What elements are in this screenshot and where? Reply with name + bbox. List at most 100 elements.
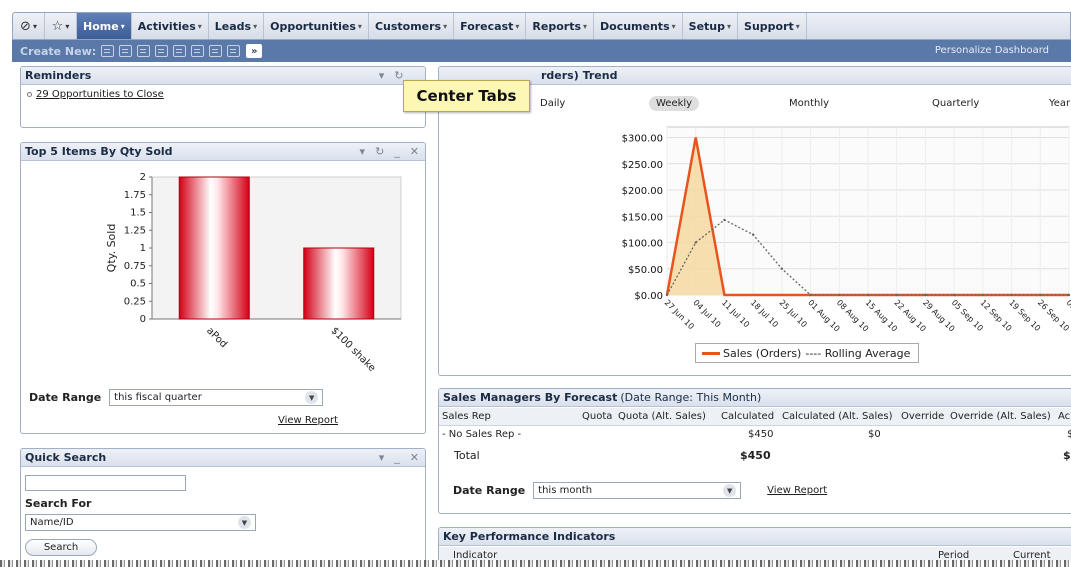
new-contact-icon[interactable] (173, 45, 187, 57)
total-calculated: $450 (740, 449, 771, 462)
bar (178, 176, 250, 320)
y-axis-title: Qty. Sold (105, 224, 118, 273)
recent-items-icon[interactable]: ⊘ ▾ (13, 13, 45, 39)
close-icon[interactable]: ✕ (410, 451, 419, 464)
nav-tab-opportunities[interactable]: Opportunities ▾ (264, 13, 369, 39)
close-icon[interactable]: ✕ (410, 145, 419, 158)
new-customer-icon[interactable] (191, 45, 205, 57)
view-report-link[interactable]: View Report (278, 415, 338, 426)
new-lead-icon[interactable] (155, 45, 169, 57)
search-type-select[interactable]: Name/ID ▼ (25, 514, 256, 531)
portlet-title: Reminders (25, 69, 92, 82)
nav-tab-documents[interactable]: Documents ▾ (594, 13, 683, 39)
new-estimate-icon[interactable] (227, 45, 241, 57)
minimize-icon[interactable]: _ (394, 145, 400, 158)
minimize-icon[interactable]: _ (394, 451, 400, 464)
search-button[interactable]: Search (25, 539, 97, 556)
view-report-link[interactable]: View Report (767, 485, 827, 496)
sales-trend-portlet: rders) Trend Daily Weekly Monthly Quarte… (438, 66, 1071, 376)
search-type-value: Name/ID (30, 517, 74, 528)
column-header[interactable]: Calculated (Alt. Sales) (782, 411, 893, 422)
portlet-header: Reminders ▾ ↻ _ (21, 67, 425, 85)
more-create-icon[interactable]: » (246, 44, 263, 58)
chevron-down-icon: ▾ (253, 21, 258, 31)
cell-calculated-alt: $0 (868, 429, 881, 440)
column-header[interactable]: Calculated (721, 411, 774, 422)
reminder-link[interactable]: 29 Opportunities to Close (36, 89, 164, 100)
legend-sales-label: Sales (Orders) (723, 346, 802, 360)
bullet-icon (27, 91, 32, 97)
search-input[interactable] (25, 475, 186, 491)
period-daily[interactable]: Daily (540, 98, 565, 109)
x-tick-label: 25 Jul 10 (777, 298, 808, 329)
nav-tab-home[interactable]: Home ▾ (77, 13, 132, 39)
period-yearly[interactable]: Year (1049, 98, 1070, 109)
nav-tab-reports[interactable]: Reports ▾ (526, 13, 595, 39)
y-tick-label: 1.75 (124, 190, 146, 201)
new-event-icon[interactable] (101, 45, 115, 57)
y-tick-label: 0.75 (124, 261, 146, 272)
nav-tab-label: Documents (600, 19, 670, 33)
rolling-average-point (809, 293, 812, 297)
cell-calculated: $450 (748, 429, 774, 440)
legend-swatch (702, 351, 720, 355)
y-tick-label: $150.00 (622, 212, 663, 223)
favorites-star-icon[interactable]: ☆ ▾ (45, 13, 77, 39)
rolling-average-point (1067, 293, 1071, 297)
rolling-average-point (1039, 293, 1042, 297)
y-tick-label: $250.00 (622, 160, 663, 171)
new-call-icon[interactable] (137, 45, 151, 57)
x-tick-label: 11 Jul 10 (720, 298, 751, 329)
column-header[interactable]: Override (Alt. Sales) (950, 411, 1051, 422)
date-range-row: Date Range this fiscal quarter ▼ (29, 389, 324, 406)
column-header[interactable]: Quota (582, 411, 612, 422)
chevron-down-icon: ▾ (443, 21, 448, 31)
portlet-title: Quick Search (25, 451, 107, 464)
column-header[interactable]: Ac (1058, 411, 1070, 422)
column-header[interactable]: Quota (Alt. Sales) (618, 411, 706, 422)
chevron-down-icon[interactable]: ▼ (723, 484, 737, 497)
y-tick-label: $200.00 (622, 186, 663, 197)
nav-tab-label: Customers (374, 19, 442, 33)
period-weekly[interactable]: Weekly (649, 96, 700, 111)
reminder-item[interactable]: 29 Opportunities to Close (27, 89, 425, 100)
chevron-down-icon: ▾ (515, 21, 520, 31)
date-range-label: Date Range (29, 391, 102, 404)
nav-tab-customers[interactable]: Customers ▾ (369, 13, 455, 39)
nav-tab-forecast[interactable]: Forecast ▾ (454, 13, 527, 39)
nav-tab-activities[interactable]: Activities ▾ (132, 13, 209, 39)
nav-tab-support[interactable]: Support ▾ (738, 13, 807, 39)
nav-tab-setup[interactable]: Setup ▾ (683, 13, 739, 39)
period-monthly[interactable]: Monthly (789, 98, 829, 109)
date-range-select[interactable]: this month ▼ (533, 482, 742, 499)
chevron-down-icon[interactable]: ▼ (305, 391, 319, 404)
chevron-down-icon[interactable]: ▾ (360, 145, 366, 158)
new-opportunity-icon[interactable] (209, 45, 223, 57)
nav-tab-leads[interactable]: Leads ▾ (209, 13, 265, 39)
column-header[interactable]: Override (901, 411, 944, 422)
chevron-down-icon[interactable]: ▾ (379, 451, 385, 464)
center-tabs-callout: Center Tabs (403, 80, 530, 112)
search-for-label: Search For (25, 497, 92, 510)
date-range-select[interactable]: this fiscal quarter ▼ (109, 389, 324, 406)
chevron-down-icon[interactable]: ▾ (379, 69, 385, 82)
period-quarterly[interactable]: Quarterly (932, 98, 979, 109)
chevron-down-icon: ▾ (671, 21, 676, 31)
chevron-down-icon: ▾ (197, 21, 202, 31)
new-task-icon[interactable] (119, 45, 133, 57)
personalize-dashboard-link[interactable]: Personalize Dashboard (935, 45, 1049, 56)
table-row: - No Sales Rep - $450 $0 $ (439, 426, 1071, 444)
date-range-row: Date Range this month ▼ View Report (453, 482, 827, 499)
x-tick-label: aPod (204, 325, 229, 350)
chevron-down-icon[interactable]: ▼ (238, 516, 251, 529)
top-nav: ⊘ ▾ ☆ ▾ Home ▾ Activities ▾ Leads ▾ Opportuni… (12, 12, 1071, 40)
chart-legend: Sales (Orders) ---- Rolling Average (695, 343, 919, 363)
cell-sales-rep: - No Sales Rep - (442, 429, 522, 440)
y-tick-label: 2 (140, 172, 146, 183)
refresh-icon[interactable]: ↻ (375, 145, 384, 158)
y-tick-label: $300.00 (622, 134, 663, 145)
chevron-down-icon: ▾ (583, 21, 588, 31)
column-header[interactable]: Sales Rep (442, 411, 491, 422)
reminders-portlet: Reminders ▾ ↻ _ 29 Opportunities to Clos… (20, 66, 426, 128)
rolling-average-point (780, 267, 784, 270)
